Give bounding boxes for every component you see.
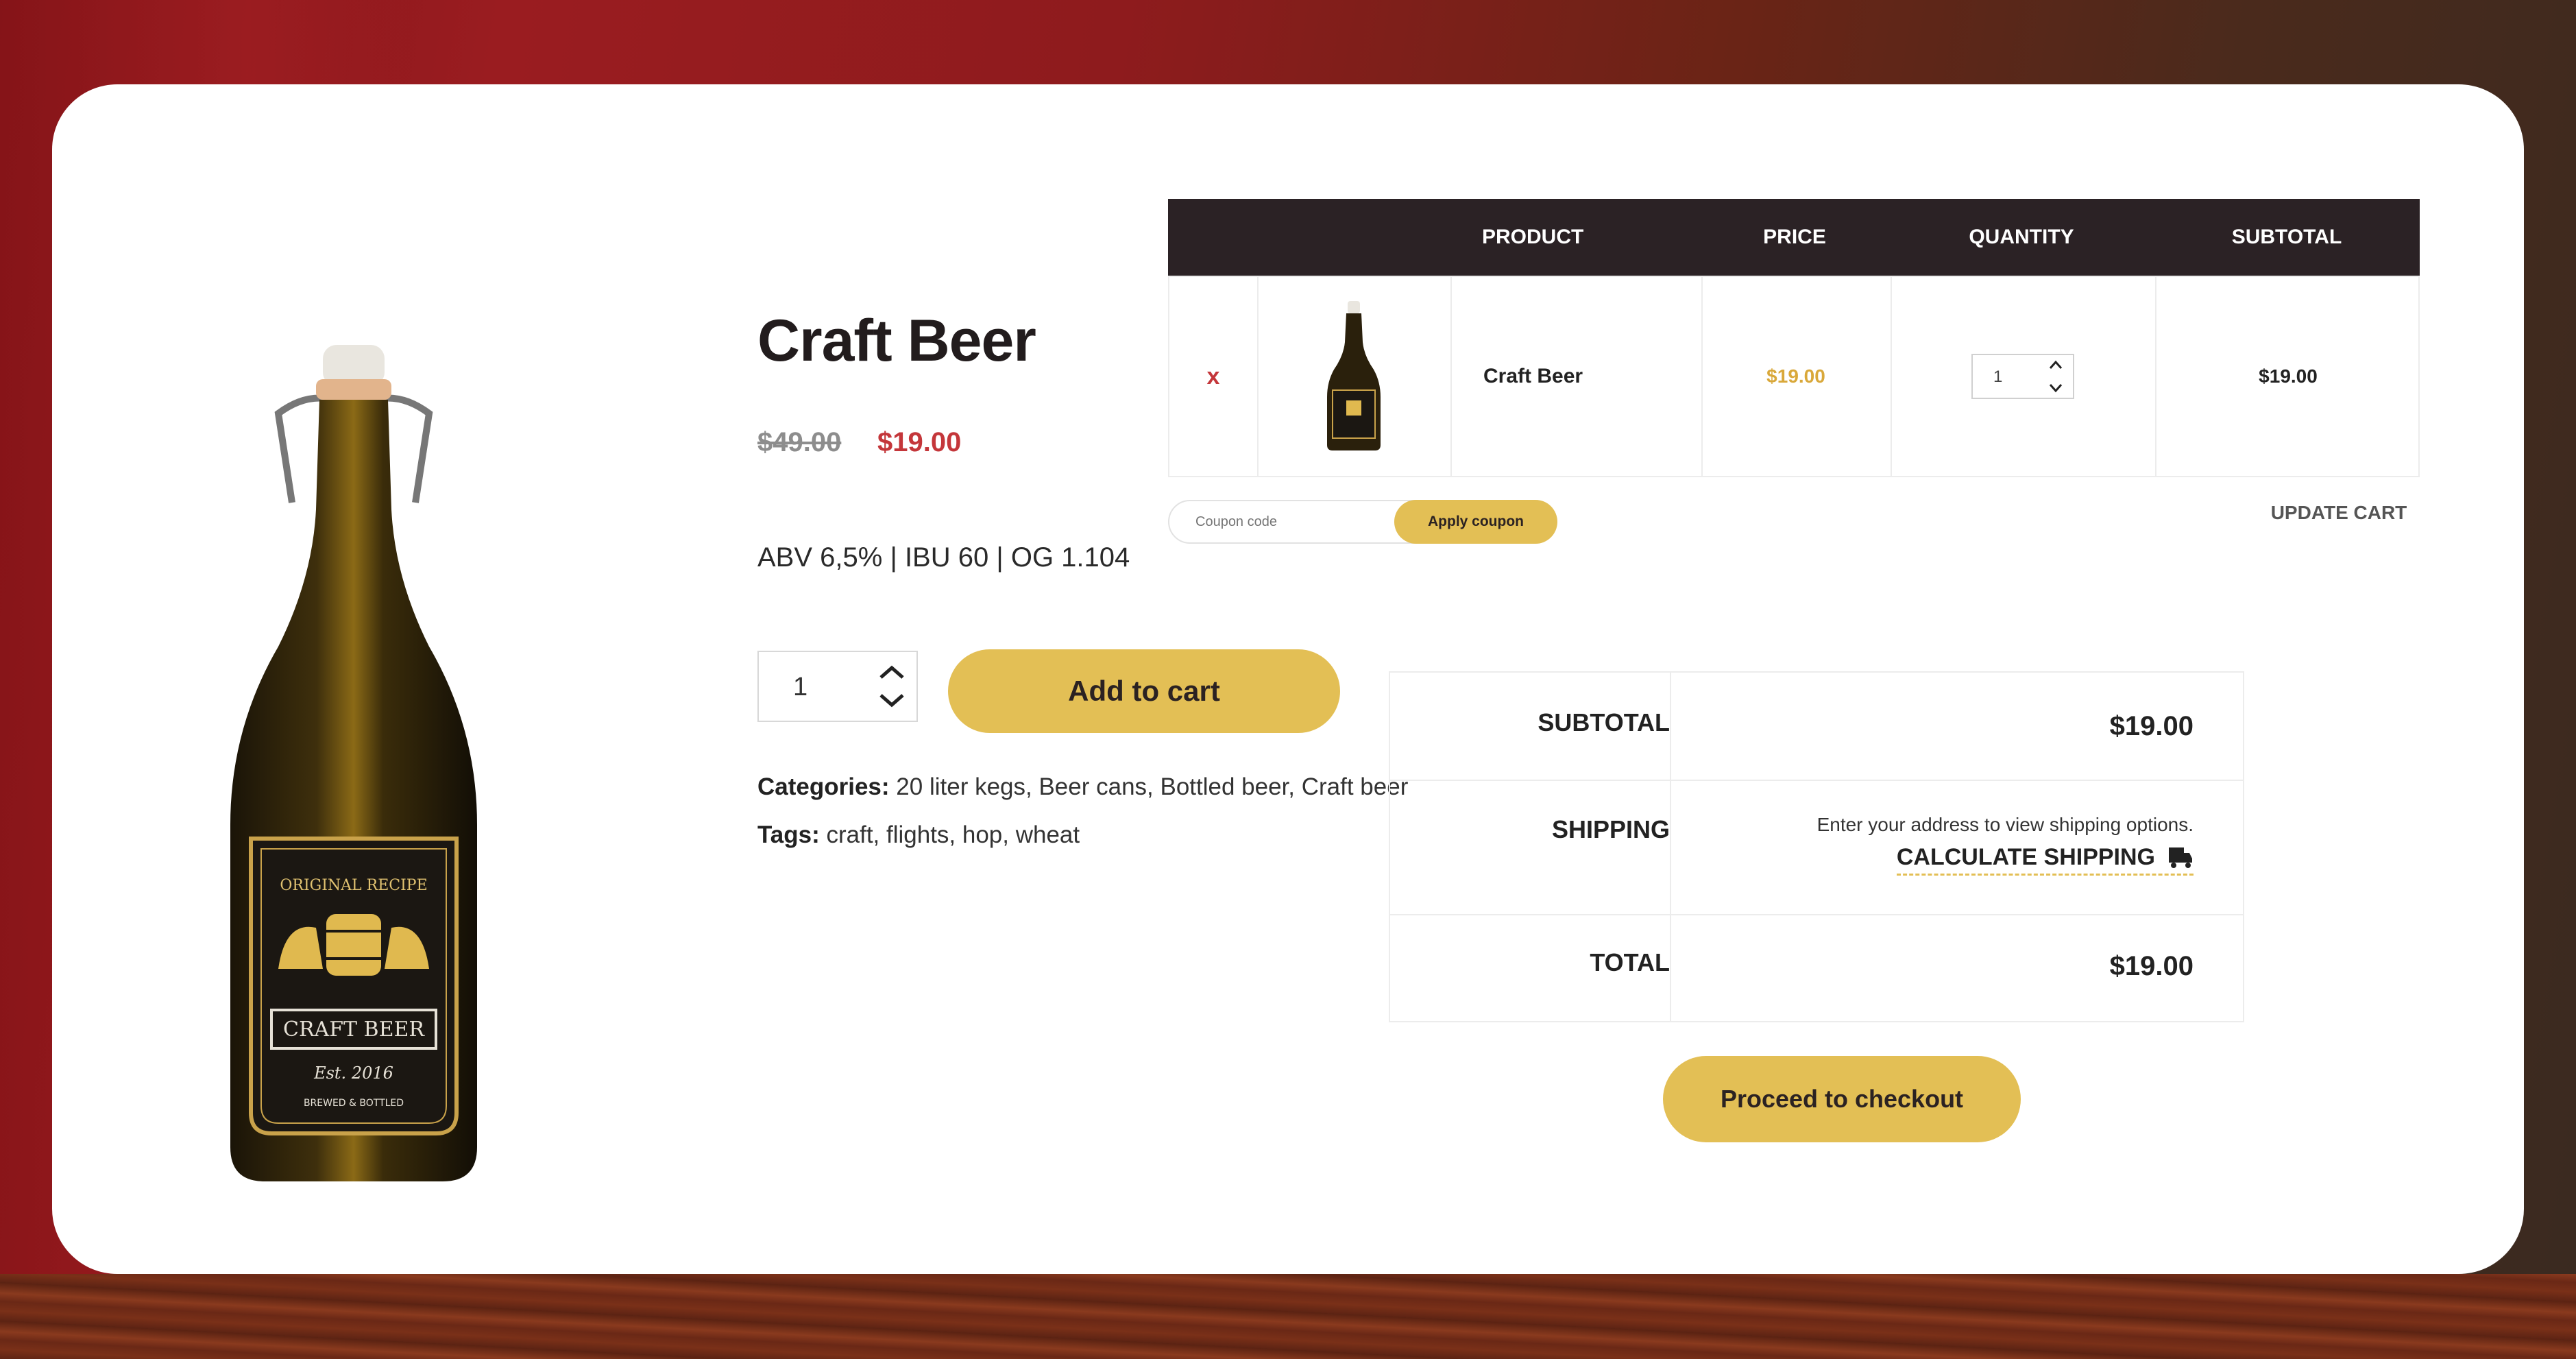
tags-row: Tags: craft, flights, hop, wheat — [757, 821, 1080, 849]
shipping-label: SHIPPING — [1551, 815, 1670, 843]
cart-quantity-value[interactable]: 1 — [1993, 368, 2002, 387]
coupon-input[interactable] — [1194, 514, 1334, 531]
add-to-cart-button[interactable]: Add to cart — [948, 649, 1340, 733]
cart-table-header: PRODUCT PRICE QUANTITY SUBTOTAL — [1168, 199, 2420, 276]
totals-shipping-row: SHIPPING Enter your address to view ship… — [1390, 781, 2243, 915]
categories-label: Categories: — [757, 773, 890, 800]
subtotal-value: $19.00 — [2109, 711, 2194, 741]
cart-item-thumbnail[interactable] — [1323, 301, 1385, 452]
chevron-down-icon[interactable] — [873, 685, 911, 717]
truck-icon — [2169, 847, 2192, 868]
bottle-label-bottom: BREWED & BOTTLED — [304, 1098, 404, 1109]
quantity-stepper[interactable]: 1 — [757, 651, 918, 722]
calculate-shipping-link[interactable]: CALCULATE SHIPPING — [1896, 844, 2194, 876]
quantity-value[interactable]: 1 — [793, 673, 807, 702]
total-value: $19.00 — [2109, 951, 2194, 981]
cart-header-quantity: QUANTITY — [1969, 226, 2074, 248]
background-wood — [0, 1274, 2576, 1359]
bottle-label-top: ORIGINAL RECIPE — [280, 877, 427, 894]
cart-header-price: PRICE — [1763, 226, 1826, 248]
total-label: TOTAL — [1590, 948, 1670, 976]
bottle-label-est: Est. 2016 — [313, 1063, 393, 1083]
cart-item-subtotal: $19.00 — [2259, 365, 2318, 387]
bottle-label-banner: CRAFT BEER — [283, 1018, 425, 1042]
price-new: $19.00 — [877, 427, 962, 457]
tags-label: Tags: — [757, 821, 820, 848]
price-old: $49.00 — [757, 427, 842, 457]
cart-item-price: $19.00 — [1766, 365, 1825, 387]
cart-totals: SUBTOTAL $19.00 SHIPPING Enter your addr… — [1389, 671, 2244, 1022]
product-card: ORIGINAL RECIPE CRAFT BEER Est. 2016 BRE… — [52, 84, 2524, 1274]
cart-quantity-stepper[interactable]: 1 — [1971, 354, 2074, 399]
product-title: Craft Beer — [757, 308, 1036, 374]
cart-row: x Craft Beer $19.00 1 $19.00 — [1168, 276, 2420, 477]
apply-coupon-button[interactable]: Apply coupon — [1394, 500, 1557, 544]
totals-total-row: TOTAL $19.00 — [1390, 915, 2243, 1021]
update-cart-button[interactable]: UPDATE CART — [2270, 491, 2407, 535]
subtotal-label: SUBTOTAL — [1538, 708, 1670, 736]
shipping-note: Enter your address to view shipping opti… — [1816, 814, 2194, 835]
cart-header-product: PRODUCT — [1482, 226, 1584, 248]
cart-header-subtotal: SUBTOTAL — [2231, 226, 2342, 248]
cart-header-remove — [1168, 199, 1256, 276]
calculate-shipping-label[interactable]: CALCULATE SHIPPING — [1897, 844, 2155, 871]
categories-links[interactable]: 20 liter kegs, Beer cans, Bottled beer, … — [896, 773, 1408, 800]
product-specs: ABV 6,5% | IBU 60 | OG 1.104 — [757, 542, 1130, 573]
chevron-up-icon[interactable] — [873, 656, 911, 688]
cart-header-thumb — [1256, 199, 1449, 276]
chevron-up-icon[interactable] — [2048, 359, 2063, 370]
cart-item-name[interactable]: Craft Beer — [1483, 365, 1583, 388]
proceed-to-checkout-button[interactable]: Proceed to checkout — [1663, 1056, 2021, 1142]
categories-row: Categories: 20 liter kegs, Beer cans, Bo… — [757, 773, 1465, 815]
totals-subtotal-row: SUBTOTAL $19.00 — [1390, 673, 2243, 781]
tags-links[interactable]: craft, flights, hop, wheat — [826, 821, 1080, 848]
product-image: ORIGINAL RECIPE CRAFT BEER Est. 2016 BRE… — [230, 345, 477, 1181]
chevron-down-icon[interactable] — [2048, 383, 2063, 394]
remove-item-button[interactable]: x — [1207, 363, 1220, 390]
